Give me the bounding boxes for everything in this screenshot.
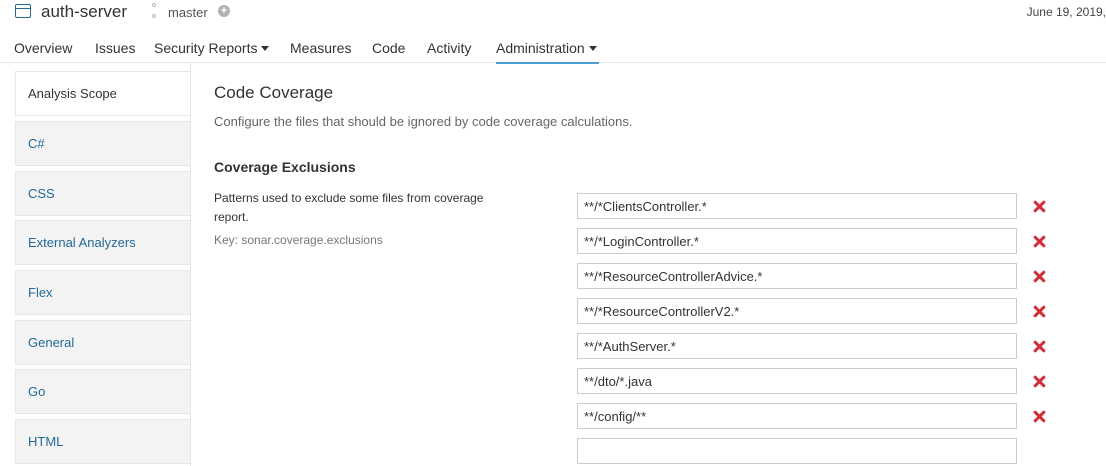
nav-code[interactable]: Code: [372, 40, 405, 56]
new-exclusion-pattern-input[interactable]: [577, 438, 1017, 464]
sidebar-item-external-analyzers[interactable]: External Analyzers: [15, 220, 190, 265]
caret-down-icon: [261, 46, 270, 51]
nav-measures[interactable]: Measures: [290, 40, 351, 56]
project-header: auth-server master + June 19, 2019,: [0, 0, 1106, 30]
sidebar-item-html[interactable]: HTML: [15, 419, 190, 464]
sidebar-item-flex[interactable]: Flex: [15, 270, 190, 315]
add-branch-icon[interactable]: +: [218, 5, 230, 17]
nav-label: Overview: [14, 40, 73, 56]
sidebar-item-label: Flex: [28, 285, 53, 300]
nav-security-reports[interactable]: Security Reports: [154, 40, 270, 56]
remove-icon[interactable]: [1031, 198, 1047, 214]
exclusion-pattern-input[interactable]: [577, 263, 1017, 289]
sidebar-item-label: Go: [28, 384, 46, 399]
sidebar-item-csharp[interactable]: C#: [15, 121, 190, 166]
nav-label: Administration: [496, 40, 585, 56]
analysis-date: June 19, 2019,: [1026, 5, 1106, 19]
nav-label: Security Reports: [154, 40, 258, 56]
project-icon: [15, 4, 31, 18]
nav-label: Issues: [95, 40, 136, 56]
remove-icon[interactable]: [1031, 233, 1047, 249]
section-title: Coverage Exclusions: [214, 159, 356, 175]
project-nav: Overview Issues Security Reports Measure…: [0, 30, 1106, 64]
exclusion-pattern-input[interactable]: [577, 193, 1017, 219]
remove-icon[interactable]: [1031, 408, 1047, 424]
branch-name[interactable]: master: [168, 5, 208, 20]
exclusion-pattern-input[interactable]: [577, 333, 1017, 359]
nav-administration[interactable]: Administration: [496, 40, 599, 64]
nav-label: Code: [372, 40, 406, 56]
sidebar-item-label: External Analyzers: [28, 235, 136, 250]
branch-icon: [150, 3, 158, 19]
sidebar-item-go[interactable]: Go: [15, 369, 190, 414]
sidebar-item-label: Analysis Scope: [28, 86, 117, 101]
caret-down-icon: [588, 46, 597, 51]
page-description: Configure the files that should be ignor…: [214, 114, 633, 129]
nav-overview[interactable]: Overview: [14, 40, 72, 56]
sidebar-item-label: HTML: [28, 434, 64, 449]
page-title: Code Coverage: [214, 83, 334, 102]
field-description: Patterns used to exclude some files from…: [214, 191, 484, 224]
remove-icon[interactable]: [1031, 303, 1047, 319]
sidebar-item-label: C#: [28, 136, 45, 151]
remove-icon[interactable]: [1031, 268, 1047, 284]
settings-main-panel: Code Coverage Configure the files that s…: [190, 63, 1106, 466]
sidebar-item-label: General: [28, 335, 75, 350]
nav-activity[interactable]: Activity: [427, 40, 471, 56]
sidebar-item-analysis-scope[interactable]: Analysis Scope: [15, 71, 190, 116]
remove-icon[interactable]: [1031, 338, 1047, 354]
settings-category-sidebar: Analysis Scope C# CSS External Analyzers…: [15, 71, 190, 466]
project-name[interactable]: auth-server: [41, 2, 127, 22]
sidebar-item-css[interactable]: CSS: [15, 171, 190, 216]
exclusion-pattern-input[interactable]: [577, 228, 1017, 254]
field-key: Key: sonar.coverage.exclusions: [214, 233, 383, 247]
remove-icon[interactable]: [1031, 373, 1047, 389]
sidebar-item-label: CSS: [28, 186, 55, 201]
exclusion-pattern-input[interactable]: [577, 298, 1017, 324]
nav-label: Activity: [427, 40, 472, 56]
nav-issues[interactable]: Issues: [95, 40, 135, 56]
sidebar-item-general[interactable]: General: [15, 320, 190, 365]
nav-label: Measures: [290, 40, 352, 56]
exclusion-pattern-input[interactable]: [577, 368, 1017, 394]
exclusion-pattern-input[interactable]: [577, 403, 1017, 429]
